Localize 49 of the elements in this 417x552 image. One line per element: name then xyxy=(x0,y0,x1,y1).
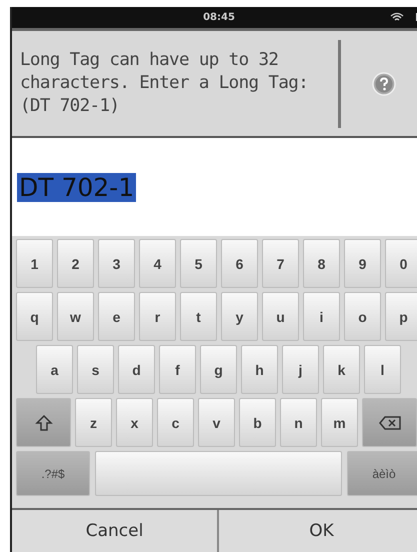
wifi-icon xyxy=(390,12,404,22)
key[interactable]: 7 xyxy=(262,239,299,288)
key[interactable]: l xyxy=(364,345,401,394)
prompt-text: Long Tag can have up to 32 characters. Enter a Long Tag: (DT 702-1) xyxy=(19,49,310,118)
key[interactable]: 3 xyxy=(98,239,135,288)
key[interactable]: u xyxy=(262,292,299,341)
key[interactable]: 8 xyxy=(303,239,340,288)
shift-icon xyxy=(34,414,52,432)
backspace-key[interactable] xyxy=(362,398,417,447)
key[interactable]: m xyxy=(321,398,358,447)
key[interactable]: 9 xyxy=(344,239,381,288)
key[interactable]: 0 xyxy=(385,239,417,288)
key[interactable]: 4 xyxy=(139,239,176,288)
key[interactable]: n xyxy=(280,398,317,447)
key[interactable]: q xyxy=(16,292,53,341)
key[interactable]: e xyxy=(98,292,135,341)
key[interactable]: g xyxy=(200,345,237,394)
mode-key[interactable]: .?#$ xyxy=(16,451,90,496)
key[interactable]: k xyxy=(323,345,360,394)
key[interactable]: s xyxy=(77,345,114,394)
clock-time: 08:45 xyxy=(203,12,235,23)
space-key[interactable] xyxy=(95,451,342,496)
shift-key[interactable] xyxy=(16,398,71,447)
key[interactable]: i xyxy=(303,292,340,341)
help-icon[interactable] xyxy=(372,72,396,96)
key[interactable]: 6 xyxy=(221,239,258,288)
key[interactable]: r xyxy=(139,292,176,341)
key[interactable]: b xyxy=(239,398,276,447)
key[interactable]: h xyxy=(241,345,278,394)
key[interactable]: x xyxy=(116,398,153,447)
mode-key[interactable]: àèìò xyxy=(347,451,417,496)
key[interactable]: y xyxy=(221,292,258,341)
key[interactable]: 5 xyxy=(180,239,217,288)
key[interactable]: o xyxy=(344,292,381,341)
key[interactable]: v xyxy=(198,398,235,447)
key[interactable]: j xyxy=(282,345,319,394)
key[interactable]: w xyxy=(57,292,94,341)
key[interactable]: f xyxy=(159,345,196,394)
backspace-icon xyxy=(378,416,400,430)
key[interactable]: c xyxy=(157,398,194,447)
key[interactable]: z xyxy=(75,398,112,447)
key[interactable]: d xyxy=(118,345,155,394)
key[interactable]: p xyxy=(385,292,417,341)
dialog-button[interactable]: Cancel xyxy=(12,510,219,552)
key[interactable]: t xyxy=(180,292,217,341)
key[interactable]: 1 xyxy=(16,239,53,288)
dialog-button[interactable]: OK xyxy=(219,510,417,552)
key[interactable]: 2 xyxy=(57,239,94,288)
key[interactable]: a xyxy=(36,345,73,394)
